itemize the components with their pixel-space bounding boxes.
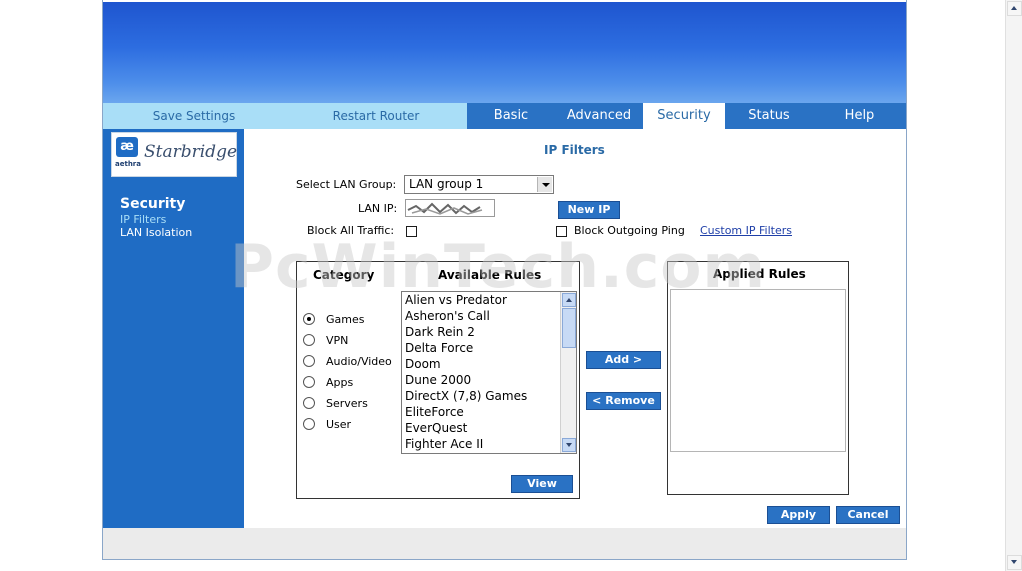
window-scrollbar[interactable] — [1005, 0, 1022, 571]
lan-group-value: LAN group 1 — [409, 177, 484, 191]
main-tabs: Basic Advanced Security Status Help — [467, 103, 906, 129]
sidebar-item-ip-filters[interactable]: IP Filters — [120, 213, 166, 226]
available-rules-header: Available Rules — [438, 268, 542, 282]
list-item[interactable]: EliteForce — [402, 404, 576, 420]
apply-button[interactable]: Apply — [767, 506, 830, 524]
lan-ip-scribble-graphic — [407, 202, 483, 215]
block-outgoing-ping-checkbox[interactable] — [556, 226, 567, 237]
tab-advanced[interactable]: Advanced — [555, 103, 643, 129]
custom-ip-filters-link[interactable]: Custom IP Filters — [700, 224, 792, 237]
lan-group-select[interactable]: LAN group 1 — [404, 175, 554, 194]
lan-ip-label: LAN IP: — [358, 202, 398, 215]
view-button[interactable]: View — [511, 475, 573, 493]
tab-status[interactable]: Status — [725, 103, 813, 129]
block-all-traffic-checkbox[interactable] — [406, 226, 417, 237]
window-scroll-up-icon[interactable] — [1007, 1, 1022, 16]
new-ip-button[interactable]: New IP — [558, 201, 620, 219]
rules-selection-panel: Category Available Rules Games VPN Audio… — [296, 261, 580, 499]
category-radio-apps[interactable] — [303, 376, 315, 388]
category-header: Category — [313, 268, 375, 282]
available-rules-scrollbar[interactable] — [560, 292, 576, 453]
window-scroll-down-icon[interactable] — [1007, 555, 1022, 570]
category-label-audio-video: Audio/Video — [326, 355, 392, 368]
sidebar-section-title: Security — [120, 196, 186, 212]
aethra-logo-mark: æ — [116, 137, 138, 157]
applied-rules-list[interactable] — [670, 289, 846, 452]
tab-security[interactable]: Security — [643, 103, 725, 129]
chevron-down-icon — [537, 177, 552, 192]
restart-router-link[interactable]: Restart Router — [285, 103, 467, 129]
applied-rules-panel: Applied Rules — [667, 261, 849, 495]
scroll-up-icon[interactable] — [562, 293, 576, 307]
list-item[interactable]: Fighter Ace II — [402, 436, 576, 452]
block-outgoing-ping-label: Block Outgoing Ping — [574, 224, 685, 237]
applied-rules-header: Applied Rules — [713, 267, 806, 281]
block-all-traffic-label: Block All Traffic: — [307, 224, 395, 237]
scroll-down-icon[interactable] — [562, 438, 576, 452]
category-label-games: Games — [326, 313, 365, 326]
top-navigation: Save Settings Restart Router Basic Advan… — [103, 103, 906, 129]
header-banner — [103, 2, 906, 103]
list-item[interactable]: Asheron's Call — [402, 308, 576, 324]
category-label-vpn: VPN — [326, 334, 349, 347]
aethra-logo-text: aethra — [115, 160, 141, 168]
page-title: IP Filters — [544, 143, 605, 157]
add-rule-button[interactable]: Add > — [586, 351, 661, 369]
category-label-user: User — [326, 418, 352, 431]
sidebar-item-lan-isolation[interactable]: LAN Isolation — [120, 226, 192, 239]
tab-basic[interactable]: Basic — [467, 103, 555, 129]
list-item[interactable]: Dune 2000 — [402, 372, 576, 388]
starbridge-logo-text: Starbridge — [144, 142, 238, 162]
aethra-starbridge-logo: æ aethra Starbridge — [111, 132, 237, 177]
list-item[interactable]: DirectX (7,8) Games — [402, 388, 576, 404]
category-radio-servers[interactable] — [303, 397, 315, 409]
list-item[interactable]: Delta Force — [402, 340, 576, 356]
tab-help[interactable]: Help — [813, 103, 906, 129]
list-item[interactable]: Alien vs Predator — [402, 292, 576, 308]
lan-ip-select[interactable] — [405, 199, 495, 217]
lan-group-label: Select LAN Group: — [296, 178, 397, 191]
category-label-apps: Apps — [326, 376, 354, 389]
category-label-servers: Servers — [326, 397, 368, 410]
cancel-button[interactable]: Cancel — [836, 506, 900, 524]
category-radio-audio-video[interactable] — [303, 355, 315, 367]
category-radio-games[interactable] — [303, 313, 315, 325]
list-item[interactable]: Dark Rein 2 — [402, 324, 576, 340]
save-settings-link[interactable]: Save Settings — [103, 103, 285, 129]
available-rules-list[interactable]: Alien vs Predator Asheron's Call Dark Re… — [401, 291, 577, 454]
remove-rule-button[interactable]: < Remove — [586, 392, 661, 410]
list-item[interactable]: Doom — [402, 356, 576, 372]
router-page: Save Settings Restart Router Basic Advan… — [102, 0, 907, 560]
sidebar: æ aethra Starbridge Security IP Filters … — [103, 129, 244, 528]
footer-bar — [103, 528, 906, 559]
scroll-thumb[interactable] — [562, 308, 576, 348]
category-radio-vpn[interactable] — [303, 334, 315, 346]
category-radio-user[interactable] — [303, 418, 315, 430]
list-item[interactable]: EverQuest — [402, 420, 576, 436]
